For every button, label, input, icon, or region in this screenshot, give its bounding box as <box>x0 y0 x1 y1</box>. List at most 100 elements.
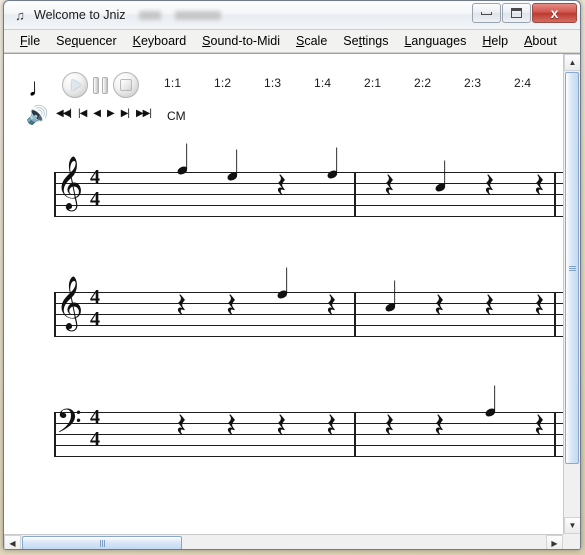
scroll-right-button[interactable]: ▶ <box>546 535 563 549</box>
barline <box>354 412 356 457</box>
minimize-button[interactable] <box>472 3 501 23</box>
skip-to-start-icon[interactable]: ◀◀| <box>56 108 72 120</box>
scroll-left-button[interactable]: ◀ <box>4 535 21 549</box>
barline-start <box>54 412 56 457</box>
ghost-blob-2 <box>175 10 222 20</box>
menu-item-file[interactable]: File <box>12 34 48 48</box>
rewind-icon[interactable]: ◀ <box>93 108 101 120</box>
quarter-rest[interactable]: 𝄽 <box>326 409 336 443</box>
toolbar-secondary: 🔊 ◀◀| |◀ ◀ ▶ ▶| ▶▶| CM <box>4 105 563 130</box>
stop-icon <box>120 79 132 91</box>
quarter-rest[interactable]: 𝄽 <box>276 169 286 203</box>
menu-item-languages[interactable]: Languages <box>396 34 474 48</box>
menu-item-sound-to-midi[interactable]: Sound-to-Midi <box>194 34 288 48</box>
staff-line <box>54 434 563 435</box>
quarter-rest[interactable]: 𝄽 <box>484 289 494 323</box>
menu-bar: File Sequencer Keyboard Sound-to-Midi Sc… <box>4 30 580 53</box>
scroll-down-button[interactable]: ▼ <box>564 517 580 534</box>
toolbar-primary: ♩ 1:1 1:2 1:3 1:4 2:1 2:2 2:3 2:4 <box>4 72 563 102</box>
play-button[interactable] <box>62 72 88 98</box>
stop-button[interactable] <box>113 72 139 98</box>
horizontal-scroll-thumb[interactable] <box>22 536 182 549</box>
next-icon[interactable]: ▶| <box>121 108 130 120</box>
skip-to-end-icon[interactable]: ▶▶| <box>136 108 152 120</box>
pause-button[interactable] <box>93 76 108 94</box>
quarter-note[interactable]: 𝅘𝅥 <box>276 265 289 305</box>
beat-marker-2-4[interactable]: 2:4 <box>514 76 563 90</box>
quarter-note[interactable]: 𝅘𝅥 <box>384 278 397 318</box>
quarter-rest[interactable]: 𝄽 <box>534 169 544 203</box>
staff-line <box>54 325 563 326</box>
quarter-rest[interactable]: 𝄽 <box>434 289 444 323</box>
quarter-rest[interactable]: 𝄽 <box>484 169 494 203</box>
previous-icon[interactable]: |◀ <box>78 108 87 120</box>
quarter-rest[interactable]: 𝄽 <box>534 289 544 323</box>
maximize-button[interactable] <box>502 3 531 23</box>
quarter-note-icon[interactable]: ♩ <box>28 74 54 100</box>
staff-3[interactable]: 𝄢 4 4 𝄽 𝄽 𝄽 𝄽 𝄽 𝄽 𝅘𝅥 𝄽 <box>54 383 563 457</box>
maximize-icon <box>511 8 522 18</box>
staff-line <box>54 456 563 457</box>
staff-2[interactable]: 𝄞 4 4 𝄽 𝄽 𝅘𝅥 𝄽 𝅘𝅥 𝄽 𝄽 𝄽 <box>54 265 563 337</box>
menu-item-sequencer[interactable]: Sequencer <box>48 34 124 48</box>
quarter-rest[interactable]: 𝄽 <box>384 169 394 203</box>
title-ghost-text <box>139 10 222 20</box>
quarter-rest[interactable]: 𝄽 <box>326 289 336 323</box>
menu-item-settings[interactable]: Settings <box>335 34 396 48</box>
chord-label[interactable]: CM <box>167 109 186 123</box>
barline-start <box>54 172 56 217</box>
quarter-note[interactable]: 𝅘𝅥 <box>326 145 339 185</box>
quarter-rest[interactable]: 𝄽 <box>384 409 394 443</box>
vertical-scroll-thumb[interactable] <box>565 72 579 464</box>
staff-line <box>54 216 563 217</box>
quarter-note[interactable]: 𝅘𝅥 <box>434 158 447 198</box>
menu-item-scale[interactable]: Scale <box>288 34 335 48</box>
forward-icon[interactable]: ▶ <box>107 108 115 120</box>
time-signature-denominator: 4 <box>90 188 100 210</box>
menu-item-help[interactable]: Help <box>474 34 516 48</box>
beat-marker-2-1[interactable]: 2:1 <box>364 76 414 90</box>
treble-clef-icon: 𝄞 <box>56 276 84 328</box>
quarter-note[interactable]: 𝅘𝅥 <box>176 141 189 181</box>
quarter-note[interactable]: 𝅘𝅥 <box>226 147 239 187</box>
beat-marker-1-4[interactable]: 1:4 <box>314 76 364 90</box>
pause-icon-bar-left <box>93 76 99 94</box>
beat-marker-1-1[interactable]: 1:1 <box>164 76 214 90</box>
barline <box>554 412 556 457</box>
quarter-rest[interactable]: 𝄽 <box>534 409 544 443</box>
play-icon <box>72 79 81 91</box>
quarter-rest[interactable]: 𝄽 <box>434 409 444 443</box>
quarter-note[interactable]: 𝅘𝅥 <box>484 383 497 423</box>
scroll-up-button[interactable]: ▲ <box>564 54 580 71</box>
scrollbar-corner <box>563 534 580 549</box>
window-title: Welcome to Jniz <box>34 8 126 22</box>
staff-line <box>54 336 563 337</box>
score-canvas[interactable]: ♩ 1:1 1:2 1:3 1:4 2:1 2:2 2:3 2:4 🔊 ◀◀| … <box>4 54 563 534</box>
beat-marker-2-2[interactable]: 2:2 <box>414 76 464 90</box>
menu-item-keyboard[interactable]: Keyboard <box>125 34 195 48</box>
time-signature: 44 <box>90 167 100 211</box>
menu-item-about[interactable]: About <box>516 34 565 48</box>
treble-clef-icon: 𝄞 <box>56 156 84 208</box>
speaker-icon[interactable]: 🔊 <box>26 105 48 125</box>
vertical-scrollbar[interactable]: ▲ ▼ <box>563 54 580 534</box>
close-icon: x <box>550 5 559 21</box>
quarter-rest[interactable]: 𝄽 <box>176 289 186 323</box>
beamed-notes-icon: ♫ <box>15 7 25 23</box>
close-button[interactable]: x <box>532 3 577 23</box>
beat-marker-1-2[interactable]: 1:2 <box>214 76 264 90</box>
quarter-rest[interactable]: 𝄽 <box>276 409 286 443</box>
scroll-grip-icon <box>568 265 576 271</box>
quarter-rest[interactable]: 𝄽 <box>226 409 236 443</box>
navigation-controls: ◀◀| |◀ ◀ ▶ ▶| ▶▶| <box>56 108 152 120</box>
ghost-blob-1 <box>139 10 162 20</box>
title-bar[interactable]: ♫ Welcome to Jniz x <box>4 1 580 30</box>
quarter-rest[interactable]: 𝄽 <box>226 289 236 323</box>
content-area: ♩ 1:1 1:2 1:3 1:4 2:1 2:2 2:3 2:4 🔊 ◀◀| … <box>4 53 580 549</box>
quarter-rest[interactable]: 𝄽 <box>176 409 186 443</box>
beat-marker-2-3[interactable]: 2:3 <box>464 76 514 90</box>
horizontal-scrollbar[interactable]: ◀ ▶ <box>4 534 563 549</box>
beat-marker-1-3[interactable]: 1:3 <box>264 76 314 90</box>
staff-1[interactable]: 𝄞 4 4 𝅘𝅥 𝅘𝅥 𝄽 𝅘𝅥 𝄽 𝅘𝅥 𝄽 𝄽 <box>54 141 563 217</box>
time-signature-denominator: 4 <box>90 428 100 450</box>
